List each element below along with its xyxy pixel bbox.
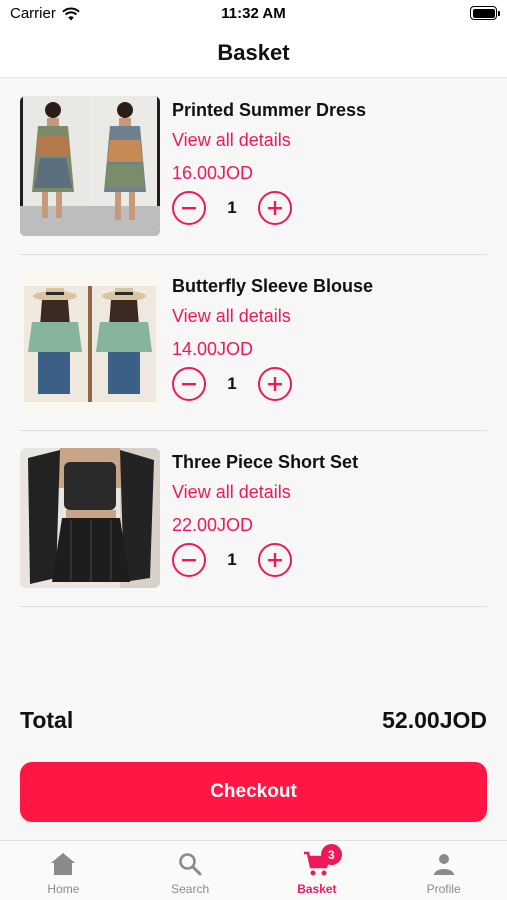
person-icon [430, 850, 458, 878]
item-info: Three Piece Short Set View all details 2… [172, 450, 487, 577]
tab-home[interactable]: Home [0, 841, 127, 900]
decrease-quantity-button[interactable] [172, 191, 206, 225]
decrease-quantity-button[interactable] [172, 543, 206, 577]
basket-item: Printed Summer Dress View all details 16… [20, 79, 487, 255]
tab-profile[interactable]: Profile [380, 841, 507, 900]
basket-screen: Carrier 11:32 AM Basket Printed Summer D… [0, 0, 507, 900]
item-name: Butterfly Sleeve Blouse [172, 276, 374, 296]
tab-basket[interactable]: 3 Basket [254, 841, 381, 900]
tab-label: Basket [297, 882, 337, 896]
decrease-quantity-button[interactable] [172, 367, 206, 401]
item-price: 14.00JOD [172, 339, 254, 359]
increase-quantity-button[interactable] [258, 191, 292, 225]
view-details-link[interactable]: View all details [172, 480, 487, 504]
view-details-link[interactable]: View all details [172, 128, 487, 152]
minus-icon [182, 207, 196, 210]
basket-item: Butterfly Sleeve Blouse View all details… [20, 255, 487, 431]
tab-search[interactable]: Search [127, 841, 254, 900]
quantity-stepper: 1 [172, 543, 487, 577]
product-image-dress[interactable] [20, 96, 160, 236]
status-time: 11:32 AM [221, 5, 286, 22]
navigation-bar: Basket [0, 28, 507, 78]
battery-icon [470, 6, 500, 20]
total-amount: 52.00JOD [382, 706, 487, 733]
status-bar: Carrier 11:32 AM [0, 0, 507, 28]
total-row: Total 52.00JOD [20, 704, 487, 736]
plus-icon [268, 553, 282, 567]
basket-list: Printed Summer Dress View all details 16… [20, 79, 487, 607]
item-price: 22.00JOD [172, 515, 254, 535]
quantity-value: 1 [227, 550, 237, 569]
minus-icon [182, 559, 196, 562]
quantity-value: 1 [227, 198, 237, 217]
quantity-stepper: 1 [172, 367, 487, 401]
battery-indicator [470, 6, 500, 20]
item-info: Butterfly Sleeve Blouse View all details… [172, 274, 487, 401]
increase-quantity-button[interactable] [258, 367, 292, 401]
total-label: Total [20, 706, 74, 733]
checkout-button[interactable]: Checkout [20, 762, 487, 822]
product-image-blouse[interactable] [20, 272, 160, 412]
checkout-label: Checkout [210, 781, 297, 802]
cart-icon: 3 [303, 844, 342, 878]
plus-icon [268, 201, 282, 215]
increase-quantity-button[interactable] [258, 543, 292, 577]
search-icon [176, 850, 204, 878]
item-price: 16.00JOD [172, 163, 254, 183]
tab-label: Home [47, 882, 80, 896]
quantity-stepper: 1 [172, 191, 487, 225]
item-name: Three Piece Short Set [172, 452, 359, 472]
quantity-value: 1 [227, 374, 237, 393]
cart-count-badge: 3 [320, 844, 342, 865]
tab-label: Search [171, 882, 210, 896]
product-image-short-set[interactable] [20, 448, 160, 588]
item-name: Printed Summer Dress [172, 100, 367, 120]
tab-bar: Home Search 3 Basket Profile [0, 840, 507, 900]
item-info: Printed Summer Dress View all details 16… [172, 98, 487, 225]
page-title: Basket [217, 39, 290, 65]
view-details-link[interactable]: View all details [172, 304, 487, 328]
home-icon [49, 850, 77, 878]
tab-label: Profile [426, 882, 461, 896]
plus-icon [268, 377, 282, 391]
minus-icon [182, 383, 196, 386]
basket-item: Three Piece Short Set View all details 2… [20, 431, 487, 607]
